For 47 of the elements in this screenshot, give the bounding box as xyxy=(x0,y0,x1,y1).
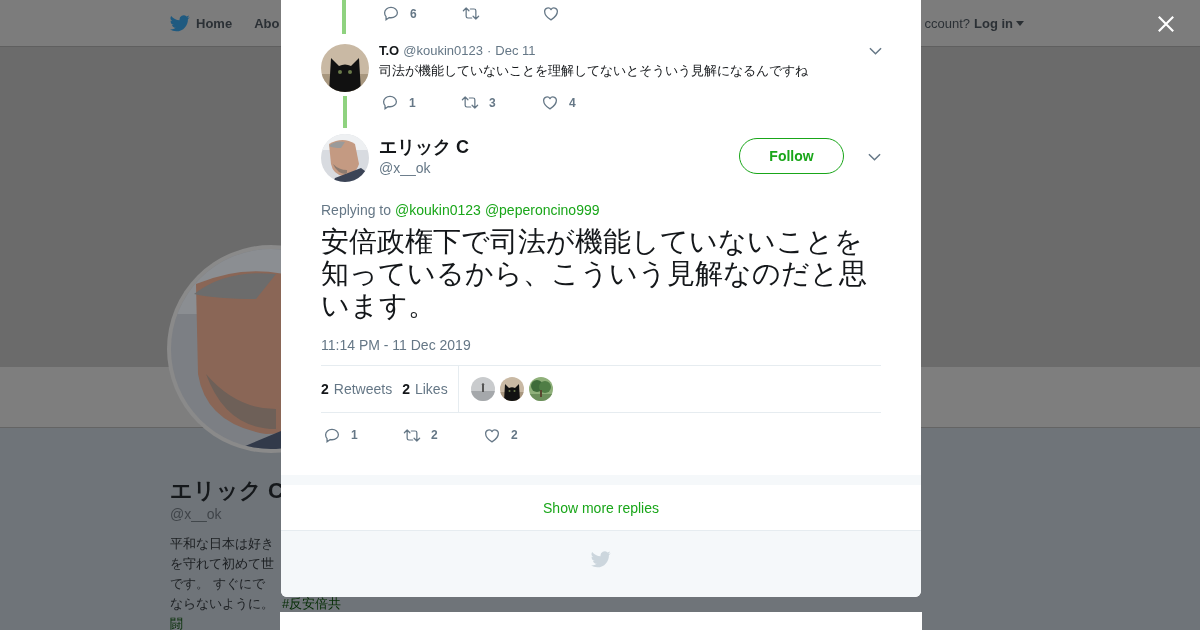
user-handle: @koukin0123 xyxy=(403,43,483,58)
tweet-timestamp: 11:14 PM - 11 Dec 2019 xyxy=(321,337,472,353)
action-count: 1 xyxy=(351,428,358,442)
retweet-icon[interactable] xyxy=(403,426,421,444)
action-count: 2 xyxy=(431,428,438,442)
reply-icon[interactable] xyxy=(382,5,400,22)
nav-link[interactable]: Home xyxy=(170,14,233,32)
bio-text: 平和な日本は好き xyxy=(170,535,274,553)
user-name: エリック C xyxy=(379,136,470,158)
retweet-icon[interactable] xyxy=(461,94,479,111)
heart-icon[interactable] xyxy=(483,426,501,444)
action-count: 6 xyxy=(410,6,417,21)
chevron-icon[interactable] xyxy=(869,46,882,55)
reply-icon[interactable] xyxy=(381,94,399,111)
bird-icon xyxy=(170,14,190,32)
mention-link[interactable]: @peperoncino999 xyxy=(484,202,600,218)
stat-link[interactable]: 2 Retweets xyxy=(321,381,393,397)
account-prompt: ccount? xyxy=(924,15,970,31)
caret-icon xyxy=(1016,20,1024,26)
chevron-icon[interactable] xyxy=(868,153,881,161)
hashtag-link[interactable]: #反安倍共 xyxy=(282,594,342,614)
bio-text: です。 すぐにで xyxy=(170,575,265,593)
action-count: 4 xyxy=(569,95,576,110)
login-link[interactable]: Log in xyxy=(974,15,1024,31)
action-count: 2 xyxy=(511,428,518,442)
reply-icon[interactable] xyxy=(323,426,341,444)
mention-link[interactable]: @koukin0123 xyxy=(395,202,481,218)
user-handle: @x__ok xyxy=(379,160,432,176)
close-icon[interactable] xyxy=(1157,15,1175,33)
separator-dot: · xyxy=(486,43,492,58)
replying-label: Replying to xyxy=(321,202,392,218)
retweet-icon[interactable] xyxy=(462,5,480,22)
nav-link[interactable]: Abo xyxy=(254,15,280,31)
follow-button[interactable]: Follow xyxy=(739,138,844,174)
stat-link[interactable]: 2 Likes xyxy=(402,381,448,397)
tweet-date: Dec 11 xyxy=(495,43,536,58)
action-count: 1 xyxy=(409,95,416,110)
action-count: 3 xyxy=(489,95,496,110)
hashtag-link[interactable]: 闘 xyxy=(170,614,183,630)
tweet-text: 安倍政権下で司法が機能していないことを知っているから、こういう見解なのだと思います。 xyxy=(321,226,868,322)
bio-text: を守れて初めて世 xyxy=(170,555,274,573)
user-name: T.O xyxy=(379,43,400,58)
bio-text: ならないように。 xyxy=(170,595,274,613)
heart-icon[interactable] xyxy=(542,5,560,22)
bird-icon xyxy=(591,551,611,568)
tweet-text: 司法が機能していないことを理解してないとそういう見解になるんですね xyxy=(379,62,809,80)
heart-icon[interactable] xyxy=(541,94,559,111)
